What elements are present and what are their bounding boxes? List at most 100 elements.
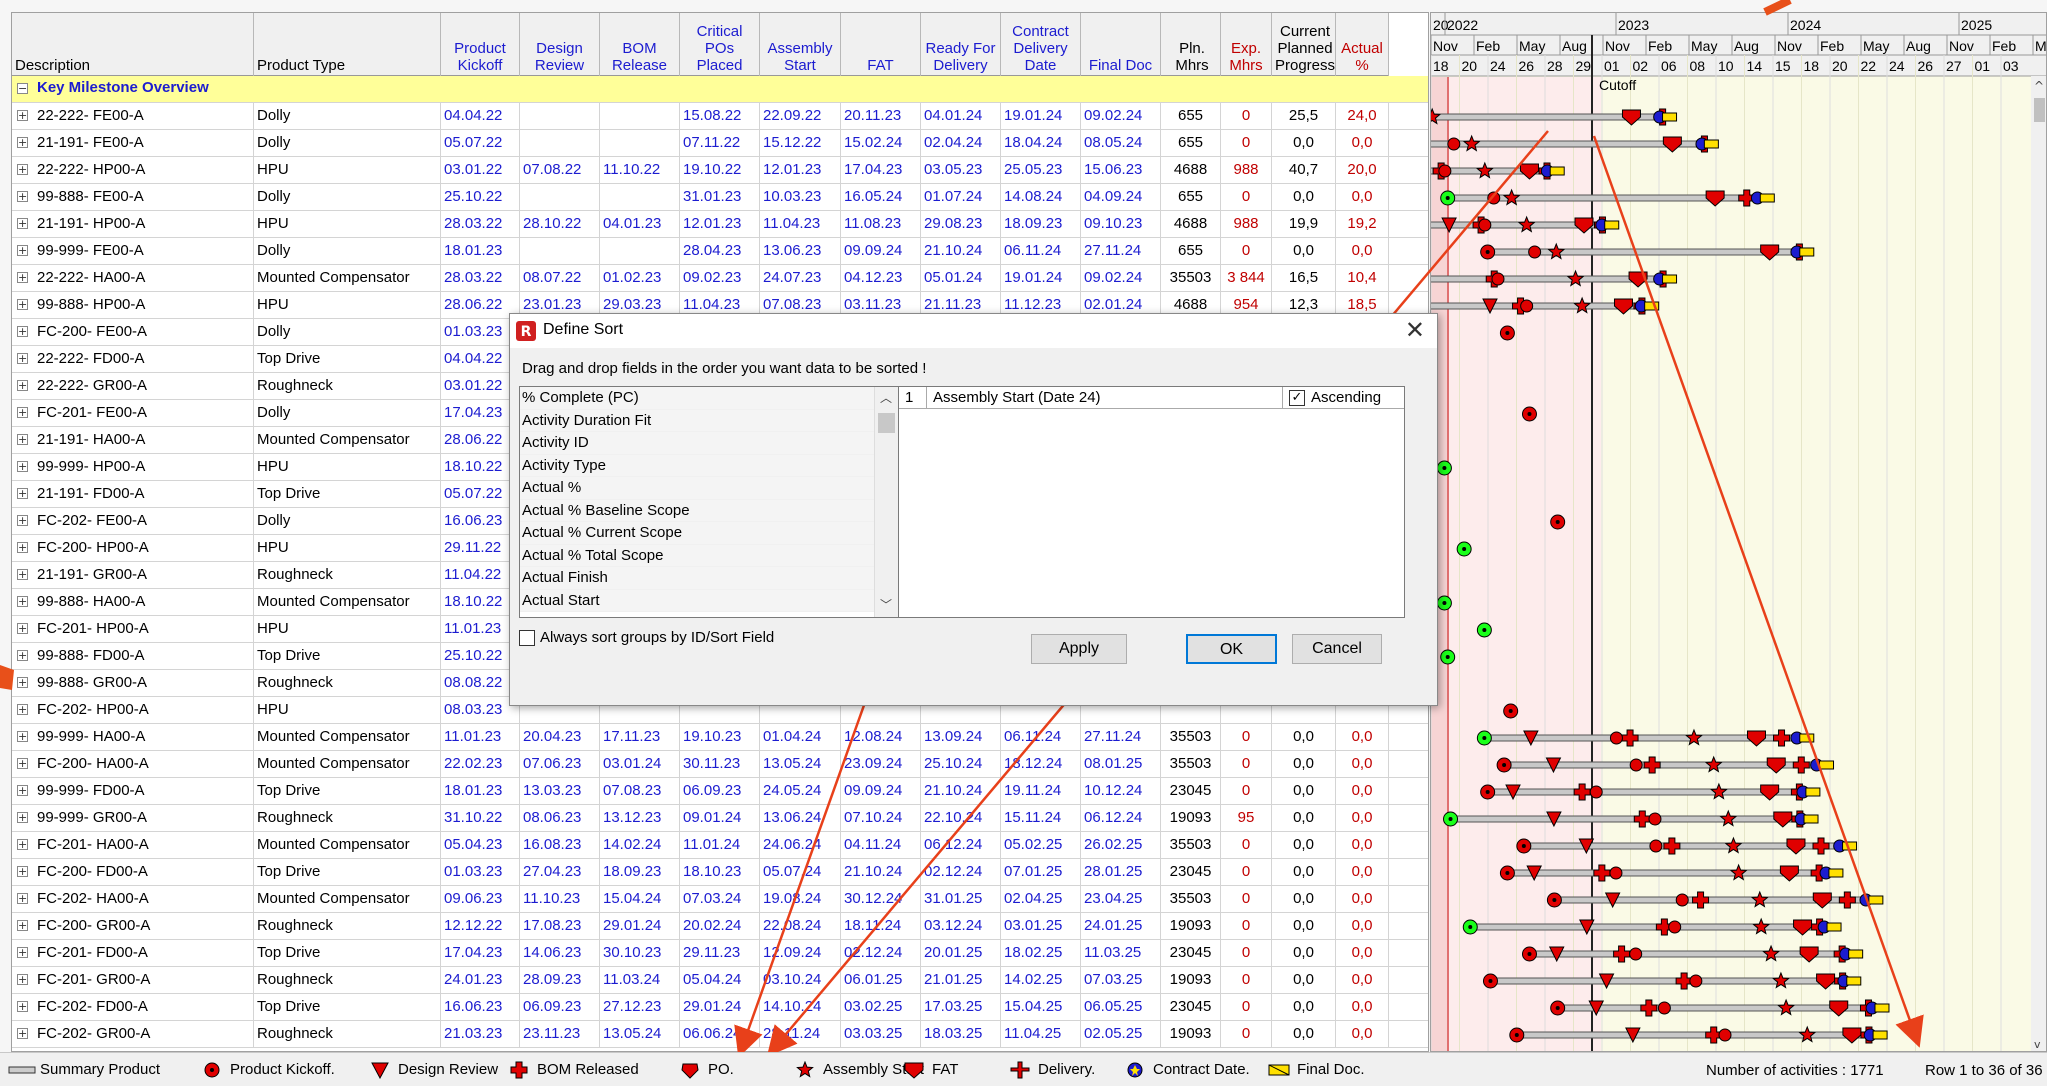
- table-cell[interactable]: 28.04.23: [680, 238, 760, 264]
- table-cell[interactable]: 0: [1221, 238, 1272, 264]
- table-cell[interactable]: 0: [1221, 886, 1272, 912]
- product-type-cell[interactable]: HPU: [254, 211, 441, 237]
- table-cell[interactable]: 25,5: [1272, 103, 1336, 129]
- table-cell[interactable]: 988: [1221, 157, 1272, 183]
- table-cell[interactable]: 18.10.23: [680, 859, 760, 885]
- expand-icon[interactable]: +: [17, 677, 28, 688]
- table-cell[interactable]: 655: [1161, 103, 1221, 129]
- available-fields-list[interactable]: % Complete (PC) Activity Duration Fit Acti…: [519, 386, 899, 618]
- table-cell[interactable]: 08.05.24: [1081, 130, 1161, 156]
- table-cell[interactable]: 06.09.23: [680, 778, 760, 804]
- table-row[interactable]: +22-222- FE00-A Dolly 04.04.22 15.08.22 22.0…: [12, 103, 1428, 130]
- description-cell[interactable]: 99-999- FE00-A: [34, 238, 254, 264]
- table-cell[interactable]: 03.02.25: [841, 994, 921, 1020]
- table-cell[interactable]: 01.07.24: [921, 184, 1001, 210]
- define-sort-dialog[interactable]: R Define Sort ✕ Drag and drop fields in …: [509, 313, 1438, 706]
- table-cell[interactable]: 28.03.22: [441, 265, 520, 291]
- table-cell[interactable]: 02.12.24: [921, 859, 1001, 885]
- table-cell[interactable]: 0,0: [1272, 832, 1336, 858]
- table-cell[interactable]: 24.07.23: [760, 265, 841, 291]
- table-cell[interactable]: 31.01.23: [680, 184, 760, 210]
- table-cell[interactable]: 06.01.25: [841, 967, 921, 993]
- description-cell[interactable]: 21-191- HP00-A: [34, 211, 254, 237]
- expand-icon[interactable]: +: [17, 191, 28, 202]
- table-cell[interactable]: 0: [1221, 778, 1272, 804]
- table-cell[interactable]: 35503: [1161, 751, 1221, 777]
- product-type-cell[interactable]: Dolly: [254, 238, 441, 264]
- table-cell[interactable]: 09.09.24: [841, 778, 921, 804]
- table-cell[interactable]: 09.10.23: [1081, 211, 1161, 237]
- product-type-cell[interactable]: Mounted Compensator: [254, 832, 441, 858]
- table-cell[interactable]: 01.03.23: [441, 859, 520, 885]
- table-cell[interactable]: 0: [1221, 832, 1272, 858]
- table-cell[interactable]: 35503: [1161, 265, 1221, 291]
- table-cell[interactable]: 17.04.23: [841, 157, 921, 183]
- table-cell[interactable]: 655: [1161, 130, 1221, 156]
- table-cell[interactable]: 0: [1221, 859, 1272, 885]
- table-cell[interactable]: 29.01.24: [600, 913, 680, 939]
- product-type-cell[interactable]: Dolly: [254, 130, 441, 156]
- table-row[interactable]: +22-222- HA00-A Mounted Compensator 28.03.…: [12, 265, 1428, 292]
- expand-icon[interactable]: +: [17, 569, 28, 580]
- table-cell[interactable]: 0,0: [1336, 832, 1389, 858]
- table-cell[interactable]: 19.08.24: [760, 886, 841, 912]
- gantt-scrollbar[interactable]: [2031, 76, 2047, 1052]
- product-type-cell[interactable]: HPU: [254, 697, 441, 723]
- product-type-cell[interactable]: Roughneck: [254, 913, 441, 939]
- table-cell[interactable]: 18.11.24: [841, 913, 921, 939]
- table-cell[interactable]: 04.09.24: [1081, 184, 1161, 210]
- column-header[interactable]: FAT: [841, 13, 921, 76]
- expand-icon[interactable]: +: [17, 326, 28, 337]
- product-type-cell[interactable]: Dolly: [254, 319, 441, 345]
- column-header[interactable]: Actual %: [1336, 13, 1389, 76]
- table-cell[interactable]: 17.08.23: [520, 913, 600, 939]
- expand-icon[interactable]: +: [17, 623, 28, 634]
- expand-icon[interactable]: +: [17, 137, 28, 148]
- table-cell[interactable]: 23.04.25: [1081, 886, 1161, 912]
- gantt-chart[interactable]: 20 2022 2023 2024 2025 Nov Feb May Aug Nov Feb May A…: [1430, 12, 2047, 1052]
- table-cell[interactable]: [520, 184, 600, 210]
- expand-icon[interactable]: +: [17, 299, 28, 310]
- expand-icon[interactable]: +: [17, 515, 28, 526]
- table-cell[interactable]: 30.11.23: [680, 751, 760, 777]
- table-cell[interactable]: 0,0: [1336, 751, 1389, 777]
- table-row[interactable]: + FC-201- HA00-A Mounted Compensator 05.04.…: [12, 832, 1428, 859]
- expand-icon[interactable]: +: [17, 758, 28, 769]
- table-cell[interactable]: 25.10.24: [921, 751, 1001, 777]
- table-cell[interactable]: 4688: [1161, 157, 1221, 183]
- expand-icon[interactable]: +: [17, 785, 28, 796]
- product-type-cell[interactable]: Top Drive: [254, 940, 441, 966]
- table-cell[interactable]: 4688: [1161, 211, 1221, 237]
- table-cell[interactable]: [600, 130, 680, 156]
- table-cell[interactable]: 18.09.23: [600, 859, 680, 885]
- table-cell[interactable]: 03.01.25: [1001, 913, 1081, 939]
- table-cell[interactable]: 0,0: [1272, 994, 1336, 1020]
- table-row[interactable]: + FC-202- HA00-A Mounted Compensator 09.06.…: [12, 886, 1428, 913]
- product-type-cell[interactable]: Dolly: [254, 508, 441, 534]
- description-cell[interactable]: 99-999- GR00-A: [34, 805, 254, 831]
- expand-icon[interactable]: +: [17, 839, 28, 850]
- table-cell[interactable]: 19093: [1161, 913, 1221, 939]
- expand-icon[interactable]: +: [17, 542, 28, 553]
- description-cell[interactable]: 99-888- HP00-A: [34, 292, 254, 318]
- table-row[interactable]: +99-999- GR00-A Roughneck 31.10.22 08.06.23…: [12, 805, 1428, 832]
- table-cell[interactable]: 26.02.25: [1081, 832, 1161, 858]
- expand-icon[interactable]: +: [17, 947, 28, 958]
- table-cell[interactable]: 23045: [1161, 778, 1221, 804]
- table-cell[interactable]: 09.02.24: [1081, 265, 1161, 291]
- product-type-cell[interactable]: Top Drive: [254, 859, 441, 885]
- description-cell[interactable]: FC-200- GR00-A: [34, 913, 254, 939]
- product-type-cell[interactable]: Mounted Compensator: [254, 427, 441, 453]
- description-cell[interactable]: FC-201- FE00-A: [34, 400, 254, 426]
- table-cell[interactable]: 21.10.24: [921, 778, 1001, 804]
- table-cell[interactable]: [600, 103, 680, 129]
- table-cell[interactable]: 19.11.24: [1001, 778, 1081, 804]
- table-cell[interactable]: 15.04.24: [600, 886, 680, 912]
- column-header[interactable]: Design Review: [520, 13, 600, 76]
- table-cell[interactable]: 13.05.24: [600, 1021, 680, 1047]
- table-row[interactable]: + FC-201- GR00-A Roughneck 24.01.23 28.09.23…: [12, 967, 1428, 994]
- table-cell[interactable]: 07.03.24: [680, 886, 760, 912]
- expand-icon[interactable]: +: [17, 893, 28, 904]
- table-cell[interactable]: 11.03.24: [600, 967, 680, 993]
- table-cell[interactable]: 19,2: [1336, 211, 1389, 237]
